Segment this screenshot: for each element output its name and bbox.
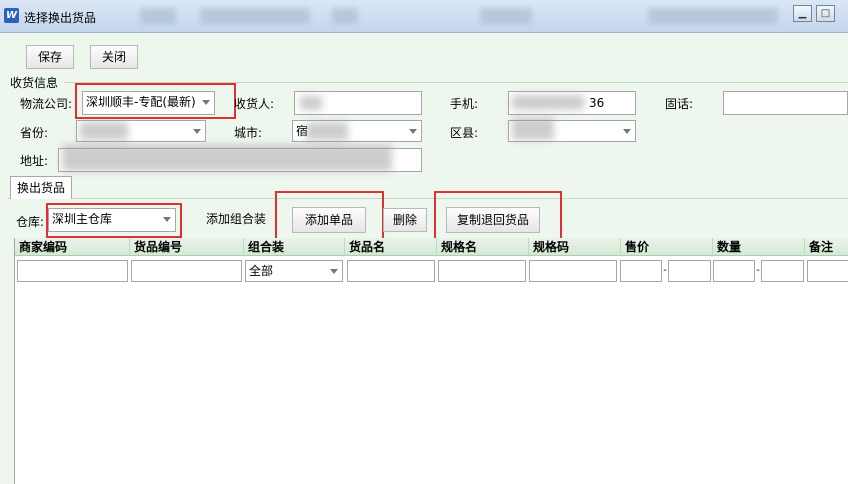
mobile-label: 手机: bbox=[450, 97, 479, 111]
close-button[interactable]: 关闭 bbox=[90, 45, 138, 69]
province-label: 省份: bbox=[20, 126, 49, 140]
filter-combo-value: 全部 bbox=[249, 264, 274, 278]
column-header-spec-name[interactable]: 规格名 bbox=[437, 238, 529, 256]
filter-quantity-max[interactable] bbox=[761, 260, 804, 282]
column-header-goods-name[interactable]: 货品名 bbox=[345, 238, 437, 256]
column-header-price[interactable]: 售价 bbox=[621, 238, 713, 256]
chevron-down-icon bbox=[330, 269, 338, 274]
receiver-label: 收货人: bbox=[234, 97, 275, 111]
window-title: 选择换出货品 bbox=[24, 11, 97, 25]
tab-strip-line bbox=[8, 198, 848, 199]
filter-remark[interactable] bbox=[807, 260, 848, 282]
delete-button[interactable]: 删除 bbox=[383, 208, 427, 232]
landline-field[interactable] bbox=[723, 91, 848, 115]
highlight-box-add-single bbox=[275, 191, 384, 241]
address-label: 地址: bbox=[20, 154, 49, 168]
title-redacted bbox=[200, 8, 310, 24]
app-icon: W bbox=[4, 8, 19, 23]
mobile-value: 36 bbox=[589, 96, 605, 110]
filter-combo-select[interactable]: 全部 bbox=[245, 260, 343, 282]
logistics-label: 物流公司: bbox=[20, 97, 73, 111]
filter-price-max[interactable] bbox=[668, 260, 711, 282]
filter-goods-no[interactable] bbox=[131, 260, 242, 282]
warehouse-label: 仓库: bbox=[16, 215, 45, 229]
highlight-box-logistics bbox=[75, 83, 236, 119]
minimize-button[interactable]: ▁ bbox=[793, 5, 812, 22]
filter-spec-code[interactable] bbox=[529, 260, 617, 282]
chevron-down-icon bbox=[193, 129, 201, 134]
city-label: 城市: bbox=[234, 126, 263, 140]
maximize-button[interactable]: □ bbox=[816, 5, 835, 22]
title-redacted bbox=[140, 8, 176, 24]
filter-quantity-min[interactable] bbox=[713, 260, 755, 282]
goods-grid[interactable]: 商家编码 货品编号 组合装 货品名 规格名 规格码 售价 数量 备注 全部 - … bbox=[14, 238, 848, 484]
landline-label: 固话: bbox=[665, 97, 694, 111]
save-button[interactable]: 保存 bbox=[26, 45, 74, 69]
redacted-blur bbox=[300, 96, 322, 110]
chevron-down-icon bbox=[623, 129, 631, 134]
column-header-quantity[interactable]: 数量 bbox=[713, 238, 805, 256]
chevron-down-icon bbox=[409, 129, 417, 134]
redacted-blur bbox=[80, 122, 128, 140]
tab-exchange-goods[interactable]: 换出货品 bbox=[10, 176, 72, 199]
add-combo-button[interactable]: 添加组合装 bbox=[196, 208, 276, 232]
receiver-section-title: 收货信息 bbox=[10, 76, 59, 90]
district-label: 区县: bbox=[450, 126, 479, 140]
filter-merchant-code[interactable] bbox=[17, 260, 128, 282]
column-header-remark[interactable]: 备注 bbox=[805, 238, 848, 256]
minimize-icon: ▁ bbox=[798, 8, 807, 19]
redacted-blur bbox=[512, 95, 584, 110]
column-header-goods-no[interactable]: 货品编号 bbox=[130, 238, 244, 256]
maximize-icon: □ bbox=[820, 8, 831, 19]
redacted-blur bbox=[62, 145, 392, 171]
column-header-combo[interactable]: 组合装 bbox=[244, 238, 345, 256]
redacted-blur bbox=[306, 122, 348, 140]
redacted-blur bbox=[512, 118, 554, 140]
highlight-box-copy-return bbox=[434, 191, 562, 241]
title-redacted bbox=[648, 8, 778, 24]
filter-goods-name[interactable] bbox=[347, 260, 435, 282]
highlight-box-warehouse bbox=[46, 203, 182, 238]
title-redacted bbox=[480, 8, 532, 24]
column-header-spec-code[interactable]: 规格码 bbox=[529, 238, 621, 256]
title-redacted bbox=[332, 8, 358, 24]
column-header-merchant-code[interactable]: 商家编码 bbox=[15, 238, 130, 256]
filter-spec-name[interactable] bbox=[438, 260, 526, 282]
filter-price-min[interactable] bbox=[620, 260, 662, 282]
